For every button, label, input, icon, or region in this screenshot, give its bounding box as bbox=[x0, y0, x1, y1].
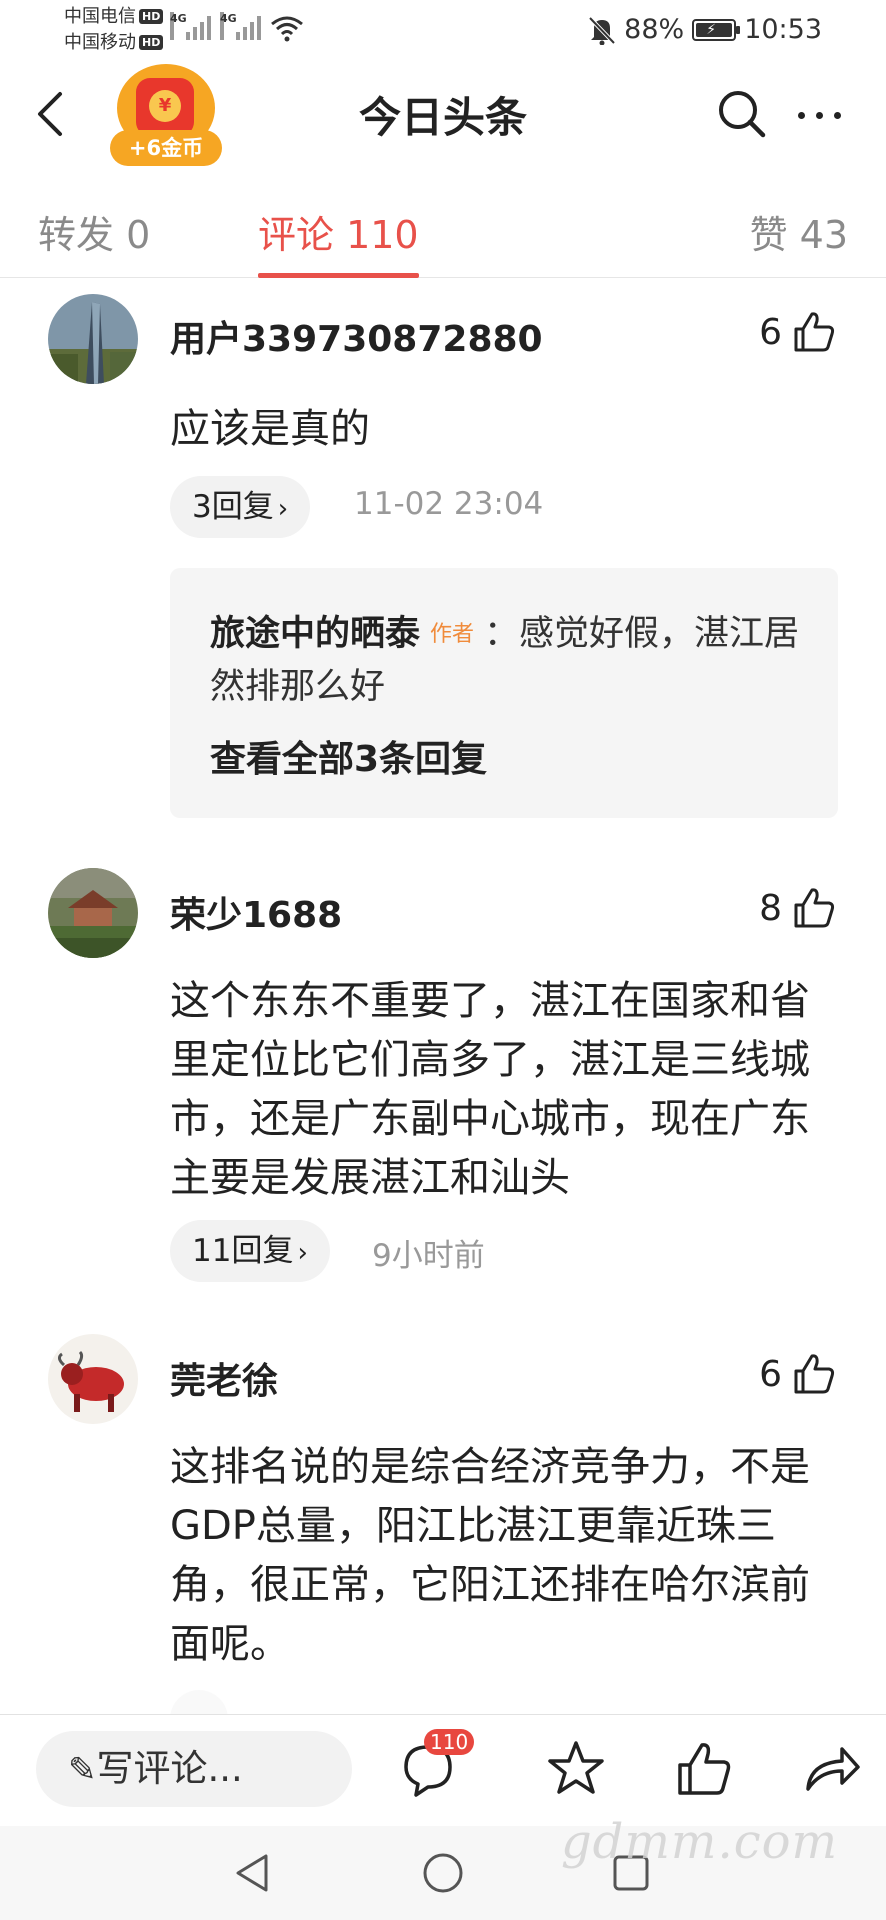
comment-username[interactable]: 莞老徐 bbox=[170, 1352, 278, 1404]
comment-item: 莞老徐 6 这排名说的是综合经济竞争力，不是GDP总量，阳江比湛江更靠近珠三角，… bbox=[0, 1330, 886, 1714]
thumbs-up-icon bbox=[794, 312, 835, 352]
like-thumbs-up-icon[interactable] bbox=[672, 1737, 736, 1801]
tab-comments[interactable]: 评论 110 bbox=[258, 204, 419, 278]
comment-username[interactable]: 荣少1688 bbox=[170, 886, 342, 938]
mute-bell-icon bbox=[588, 16, 616, 45]
avatar[interactable] bbox=[48, 1334, 138, 1424]
signal-2-icon: 4G bbox=[220, 12, 266, 40]
comment-text: 这个东东不重要了，湛江在国家和省里定位比它们高多了，湛江是三线城市，还是广东副中… bbox=[170, 978, 810, 1201]
like-count: 6 bbox=[759, 1353, 782, 1395]
reply-count-button[interactable]: 11回复 › bbox=[170, 1220, 330, 1282]
carrier-1: 中国电信 HD bbox=[64, 6, 164, 28]
carrier-2: 中国移动 HD bbox=[64, 32, 164, 54]
view-all-replies-link[interactable]: 查看全部3条回复 bbox=[210, 730, 487, 782]
nav-back-icon[interactable] bbox=[230, 1850, 276, 1896]
battery-percent: 88% bbox=[624, 14, 685, 45]
author-badge: 作者 bbox=[430, 622, 475, 647]
comment-time: 9小时前 bbox=[372, 1238, 485, 1274]
avatar[interactable] bbox=[48, 868, 138, 958]
bottom-action-bar: ✎写评论... 110 bbox=[0, 1714, 886, 1826]
comment-like-button[interactable]: 8 bbox=[759, 886, 836, 930]
chevron-right-icon: › bbox=[297, 1238, 308, 1268]
active-tab-indicator bbox=[258, 273, 419, 278]
reply-preview-text: 旅途中的晒泰 作者 ：感觉好假，湛江居然排那么好 bbox=[210, 608, 810, 713]
comment-like-button[interactable]: 6 bbox=[759, 1352, 836, 1396]
comment-username[interactable]: 用户339730872880 bbox=[170, 310, 543, 362]
comment-like-button[interactable]: 6 bbox=[759, 310, 836, 354]
share-arrow-icon[interactable] bbox=[800, 1737, 864, 1801]
battery-icon: ⚡ bbox=[692, 18, 741, 41]
watermark: gdmm.com bbox=[560, 1814, 838, 1870]
more-options-icon[interactable] bbox=[794, 92, 846, 136]
comment-text: 应该是真的 bbox=[170, 406, 370, 452]
like-count: 8 bbox=[759, 887, 782, 929]
author-reply-preview[interactable]: 旅途中的晒泰 作者 ：感觉好假，湛江居然排那么好 查看全部3条回复 bbox=[170, 568, 838, 818]
tab-bar: 转发 0 评论 110 赞 43 bbox=[0, 190, 886, 278]
tab-likes[interactable]: 赞 43 bbox=[750, 204, 848, 278]
status-bar: 中国电信 HD 中国移动 HD 4G 4G 88% ⚡ 10:53 bbox=[0, 0, 886, 58]
like-count: 6 bbox=[759, 311, 782, 353]
app-header: ¥ +6金币 今日头条 bbox=[0, 58, 886, 168]
clock: 10:53 bbox=[744, 14, 822, 45]
reply-count-button[interactable]: › bbox=[170, 1690, 229, 1714]
comment-count-badge: 110 bbox=[424, 1729, 475, 1755]
comment-time: 11-02 23:04 bbox=[354, 486, 544, 522]
chevron-right-icon: › bbox=[277, 494, 289, 524]
avatar[interactable] bbox=[48, 294, 138, 384]
signal-1-icon: 4G bbox=[170, 12, 216, 40]
thumbs-up-icon bbox=[794, 888, 835, 928]
search-icon[interactable] bbox=[716, 88, 768, 140]
thumbs-up-icon bbox=[794, 1354, 835, 1394]
wifi-icon bbox=[271, 16, 303, 42]
tab-reposts[interactable]: 转发 0 bbox=[38, 204, 150, 278]
reply-count-button[interactable]: 3回复 › bbox=[170, 476, 311, 538]
comment-text: 这排名说的是综合经济竞争力，不是GDP总量，阳江比湛江更靠近珠三角，很正常，它阳… bbox=[170, 1444, 810, 1667]
pen-icon: ✎ bbox=[68, 1750, 97, 1790]
write-comment-input[interactable]: ✎写评论... bbox=[36, 1731, 352, 1807]
comment-item: 荣少1688 8 这个东东不重要了，湛江在国家和省里定位比它们高多了，湛江是三线… bbox=[0, 864, 886, 1314]
favorite-star-icon[interactable] bbox=[544, 1737, 608, 1801]
nav-home-icon[interactable] bbox=[420, 1850, 466, 1896]
reply-author-name: 旅途中的晒泰 bbox=[210, 614, 421, 654]
